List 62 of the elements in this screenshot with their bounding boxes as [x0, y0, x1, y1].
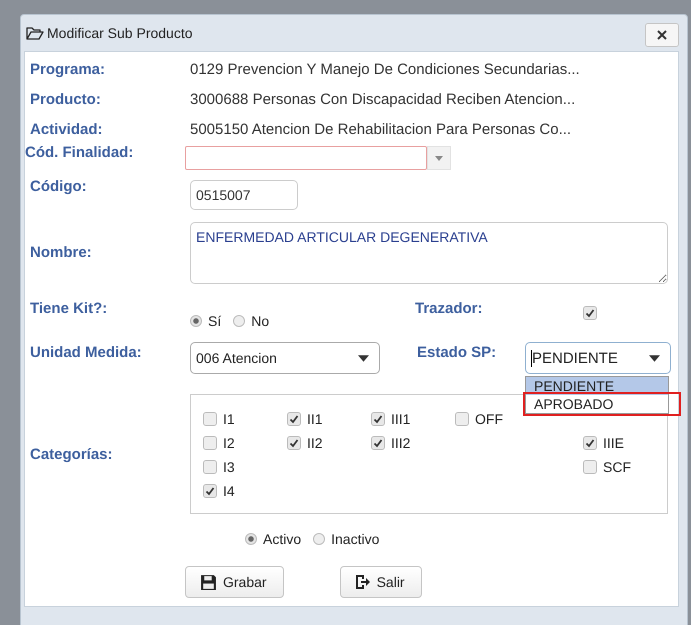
- checkbox-label: I4: [223, 483, 235, 499]
- checkbox-label: II1: [307, 411, 323, 427]
- caret-icon: [435, 156, 443, 160]
- checkbox[interactable]: [371, 412, 385, 426]
- radio-button[interactable]: [313, 533, 326, 545]
- unidad-medida-select[interactable]: 006 Atencion: [190, 342, 380, 374]
- checkbox-label: III2: [391, 435, 410, 451]
- field-label: Nombre:: [29, 243, 93, 261]
- field-label: Categorías:: [29, 446, 114, 462]
- exit-button[interactable]: Salir: [340, 566, 422, 598]
- checkbox[interactable]: [203, 436, 217, 450]
- caret-icon: [649, 354, 660, 362]
- close-icon: [657, 30, 667, 40]
- checkbox-label: I1: [223, 411, 235, 427]
- caret-icon: [358, 354, 369, 362]
- field-label: Código:: [29, 177, 88, 195]
- field-label: Tiene Kit?:: [29, 300, 108, 317]
- checkbox-label: IIIE: [603, 435, 624, 451]
- checkbox[interactable]: [203, 460, 217, 474]
- checkbox-label: I2: [223, 435, 235, 451]
- radio-button[interactable]: [190, 315, 202, 327]
- dropdown-option[interactable]: APROBADO: [526, 395, 678, 413]
- checkbox[interactable]: [287, 412, 301, 426]
- field-label: Cód. Finalidad:: [25, 144, 134, 161]
- folder-icon: [26, 26, 44, 40]
- checkbox-label: III1: [391, 411, 410, 427]
- field-value: 5005150 Atencion De Rehabilitacion Para Personas Co...: [190, 120, 572, 138]
- field-label: Unidad Medida:: [29, 343, 143, 361]
- close-button[interactable]: [645, 23, 679, 47]
- checkbox[interactable]: [203, 484, 217, 498]
- field-label: Trazador:: [414, 300, 484, 317]
- radio-button[interactable]: [233, 315, 246, 327]
- checkbox[interactable]: [583, 460, 597, 474]
- dropdown-button[interactable]: [427, 146, 451, 170]
- field-value: 0129 Prevencion Y Manejo De Condiciones Secundarias...: [190, 60, 580, 78]
- radio-label: Sí: [208, 313, 222, 329]
- checkbox[interactable]: [583, 306, 597, 320]
- nombre-textarea[interactable]: ENFERMEDAD ARTICULAR DEGENERATIVA: [190, 222, 668, 284]
- checkbox[interactable]: [583, 436, 597, 450]
- checkbox-label: SCF: [603, 459, 631, 475]
- checkbox[interactable]: [287, 436, 301, 450]
- dialog-title: Modificar Sub Producto: [47, 25, 194, 41]
- field-label: Producto:: [29, 90, 102, 108]
- checkbox-label: I3: [223, 459, 235, 475]
- exit-door-icon: [354, 574, 371, 590]
- checkbox[interactable]: [455, 412, 469, 426]
- field-label: Programa:: [29, 60, 106, 78]
- radio-label: No: [251, 313, 270, 329]
- save-button[interactable]: Grabar: [185, 566, 284, 598]
- checkbox[interactable]: [203, 412, 217, 426]
- checkbox-label: OFF: [475, 411, 503, 427]
- estado-sp-select[interactable]: PENDIENTE: [525, 342, 671, 374]
- field-value: 3000688 Personas Con Discapacidad Reciben Atencion...: [190, 90, 576, 108]
- radio-label: Activo: [263, 531, 302, 547]
- checkbox-label: II2: [307, 435, 323, 451]
- field-label: Estado SP:: [416, 343, 498, 361]
- checkbox[interactable]: [371, 436, 385, 450]
- codigo-input-field[interactable]: 0515007: [190, 180, 298, 210]
- field-label: Actividad:: [29, 120, 104, 138]
- combo-input-field[interactable]: [185, 146, 427, 170]
- radio-label: Inactivo: [331, 531, 380, 547]
- radio-button[interactable]: [245, 533, 257, 545]
